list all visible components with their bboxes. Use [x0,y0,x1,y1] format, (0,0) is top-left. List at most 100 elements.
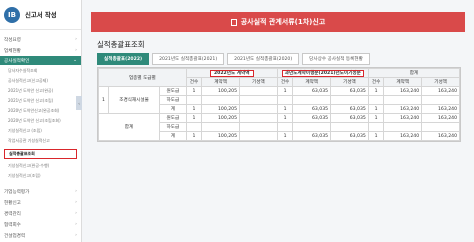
menu-item-status-report[interactable]: 현황신고 › [4,198,77,207]
amount-cell: 63,035 [292,104,332,114]
column-header: 건수 [276,77,294,87]
main-content: 공사실적 관계서류(1차)신고 실적총괄표조회 실적총괄표(2022) 2021… [82,0,474,242]
count-cell [276,95,294,105]
amount-cell [292,122,332,132]
sub-item[interactable]: 기성실적신고(조립) [8,172,78,180]
sub-item[interactable]: 공사실적신고(신고공제) [8,77,78,85]
menu-item-label: 현황신고 [4,200,21,206]
amount-cell: 100,205 [201,86,240,96]
tab-registration-status[interactable]: 당사상수 공사실적 등록현황 [302,53,370,65]
amount-cell [201,95,240,105]
tab-summary-2021[interactable]: 2021년도 실적총괄표(2021) [152,53,225,65]
column-header: 기성액 [421,77,460,87]
contract-type-cell: 계 [159,104,187,114]
amount-cell: 163,240 [383,86,423,96]
sub-item[interactable]: 기성실적신고 (조립) [8,127,78,135]
amount-cell: 63,035 [330,131,369,141]
chevron-right-icon: › [75,37,77,42]
contract-type-cell: 하도급 [159,95,187,105]
chevron-down-icon: ⌄ [73,58,77,63]
tab-summary-2020[interactable]: 2021년도 실적총괄표(2020) [227,53,300,65]
chevron-right-icon: › [75,189,77,194]
tab-bar: 실적총괄표(2022) 2021년도 실적총괄표(2021) 2021년도 실적… [97,53,370,65]
amount-cell [421,122,460,132]
menu-item-construction-career[interactable]: 건설업경력 › [4,231,77,240]
column-header-2022-contract: 2022년도 계약액 [185,68,278,78]
count-cell: 1 [185,113,203,123]
menu-item-label: 경력관리 [4,211,21,217]
amount-cell: 163,240 [383,131,423,141]
amount-cell [201,122,240,132]
column-header: 계약액 [201,77,240,87]
count-cell [185,122,203,132]
sub-item[interactable]: 작업서공관 기성실적신고 [8,137,78,145]
amount-cell [383,122,423,132]
sub-item[interactable]: 2021년 도약안 신고(조립) [8,97,78,105]
column-header: 기성액 [330,77,369,87]
amount-cell: 63,035 [292,131,332,141]
amount-cell: 63,035 [330,113,369,123]
contract-type-cell: 원도급 [159,113,187,123]
amount-cell [292,95,332,105]
sub-item[interactable]: 2021년 도약안 신고(완공) [8,87,78,95]
amount-cell [330,95,369,105]
header-bar: 공사실적 관계서류(1차)신고 [91,12,465,32]
amount-cell: 163,240 [421,104,460,114]
count-cell: 1 [276,131,294,141]
count-cell: 1 [276,113,294,123]
amount-cell: 163,240 [421,86,460,96]
column-header: 건수 [367,77,385,87]
highlighted-header: 과년도계약이행분(2021)년도이기성분 [281,70,364,77]
app-logo: IB [4,6,20,23]
amount-cell [421,95,460,105]
sidebar-title: 신고서 작성 [25,11,57,19]
count-cell: 1 [367,104,385,114]
menu-item-label: 작성요령 [4,37,21,43]
summary-table: 업종별 도급별 2022년도 계약액 과년도계약이행분(2021)년도이기성분 … [97,67,461,142]
count-cell [276,122,294,132]
amount-cell: 63,035 [330,86,369,96]
amount-cell: 100,205 [201,104,240,114]
sub-item[interactable]: 기성실적신고(완공·수행) [8,162,78,170]
count-cell: 1 [185,104,203,114]
chevron-right-icon: › [75,233,77,238]
chevron-right-icon: › [75,211,77,216]
sub-item-performance-summary[interactable]: 실적총괄표조회 [4,149,77,159]
menu-item-career[interactable]: 경력관리 › [4,209,77,218]
row-number: 1 [98,86,109,114]
menu-item-company-status[interactable]: 업체현황 › [4,46,77,55]
column-header-previous-year: 과년도계약이행분(2021)년도이기성분 [276,68,369,78]
sidebar-header: IB 신고서 작성 [0,0,81,30]
tab-summary-2022[interactable]: 실적총괄표(2022) [97,53,150,65]
amount-cell [239,113,278,123]
menu-item-label: 건설업경력 [4,233,26,239]
menu-item-label: 협력회수 [4,222,21,228]
menu-item-evaluation[interactable]: 기업능력평가 › [4,187,77,196]
amount-cell: 163,240 [383,113,423,123]
sidebar: IB 신고서 작성 작성요령 › 업체현황 › 공사실적확인 ⌄ 당사자수실적조… [0,0,82,242]
sub-item[interactable]: 2020년 도약안 신고(조립조회) [8,117,78,125]
amount-cell [239,86,278,96]
amount-cell: 63,035 [292,86,332,96]
menu-item-cooperation[interactable]: 협력회수 › [4,220,77,229]
menu-item-performance[interactable]: 공사실적확인 ⌄ [0,56,81,65]
total-label-cell: 합계 [97,113,161,141]
count-cell: 1 [367,113,385,123]
contract-type-cell: 계 [159,131,187,141]
column-header: 기성액 [239,77,278,87]
contract-type-cell: 하도급 [159,122,187,132]
menu-item-label: 공사실적확인 [4,58,30,64]
count-cell: 1 [276,104,294,114]
count-cell [367,95,385,105]
amount-cell: 100,205 [201,113,240,123]
document-icon [230,18,237,26]
menu-item-guide[interactable]: 작성요령 › [4,35,77,44]
amount-cell [239,104,278,114]
sub-item[interactable]: 당사자수실적조회 [8,67,78,75]
table-row: 1 조경식재시설물 원도급 1 100,205 1 63,035 63,035 … [98,86,460,114]
contract-type-cell: 원도급 [159,86,187,96]
highlighted-header: 2022년도 계약액 [209,70,254,77]
sub-item[interactable]: 2020년 도약안신고(완공조회) [8,107,78,115]
count-cell: 1 [276,86,294,96]
page-title: 실적총괄표조회 [97,40,145,49]
